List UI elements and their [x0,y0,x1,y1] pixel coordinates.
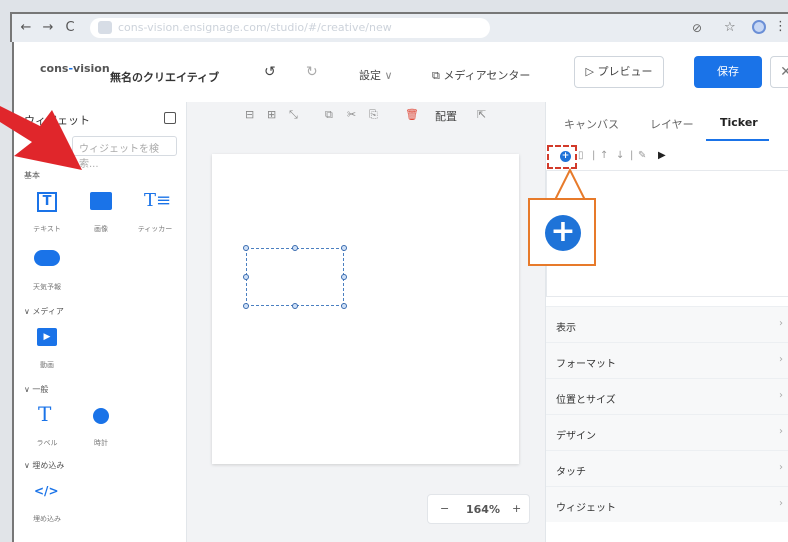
image-icon [90,192,112,210]
address-bar[interactable]: cons-vision.ensignage.com/studio/#/creat… [90,18,490,38]
media-center-button[interactable]: ⧉ メディアセンター [432,67,530,83]
move-down-icon[interactable]: ↓ [616,150,624,161]
chevron-right-icon: › [779,390,783,401]
widget-tile-clock[interactable]: 時計 [76,400,126,452]
chevron-right-icon: › [779,354,783,365]
weather-icon [34,250,60,266]
arrange-menu[interactable]: 配置 [435,108,457,124]
resize-handle[interactable] [243,303,249,309]
ticker-toolbar: + ▯ | ↑ ↓ | ✎ ▶ [558,150,698,166]
resize-handle[interactable] [341,274,347,280]
back-button[interactable]: ← [18,20,34,35]
star-icon[interactable]: ☆ [724,20,736,35]
collapse-panel-icon[interactable] [164,112,176,124]
copy-icon[interactable]: ⧉ [325,108,333,122]
undo-button[interactable]: ↺ [264,64,276,80]
section-label-media[interactable]: ∨ メディア [24,306,64,317]
section-design[interactable]: デザイン › [546,414,788,450]
label-icon: T [38,402,52,426]
resize-handle[interactable] [341,303,347,309]
zoom-level[interactable]: 164% [466,503,500,516]
move-up-icon[interactable]: ↑ [600,150,608,161]
delete-item-icon[interactable]: ▯ [578,150,584,161]
add-icon-enlarged: + [545,215,581,251]
widget-tile-ticker[interactable]: T≡ ティッカー [130,186,180,238]
section-touch[interactable]: タッチ › [546,450,788,486]
annotation-callout: + [528,198,596,266]
canvas-area: ⊟ ⊞ ⤡ ⧉ ✂ ⎘ 🗑 配置 ⇱ − 164% + [187,102,545,542]
widget-tile-label[interactable]: T ラベル [22,400,72,452]
video-icon: ▶ [37,328,57,346]
url-text: cons-vision.ensignage.com/studio/#/creat… [118,21,392,34]
widget-tile-image[interactable]: 画像 [76,186,126,238]
ticker-widget-selection[interactable] [246,248,344,306]
preview-button[interactable]: ▷ プレビュー [574,56,664,88]
section-label-embed[interactable]: ∨ 埋め込み [24,460,64,471]
chevron-right-icon: › [779,318,783,329]
cut-icon[interactable]: ✂ [347,108,356,121]
canvas-page[interactable] [212,154,519,464]
annotation-arrow [0,106,82,170]
section-format[interactable]: フォーマット › [546,342,788,378]
media-icon: ⧉ [432,69,440,82]
edit-item-icon[interactable]: ✎ [638,150,646,161]
section-position-size[interactable]: 位置とサイズ › [546,378,788,414]
resize-handle[interactable] [292,303,298,309]
app-header: cons-vision 無名のクリエイティブ ↺ ↻ 設定 ∨ ⧉ メディアセン… [12,42,788,102]
settings-menu[interactable]: 設定 ∨ [359,67,393,83]
reload-button[interactable]: C [62,20,78,35]
section-label-general[interactable]: ∨ 一般 [24,384,48,395]
embed-icon: </> [34,484,59,498]
export-icon[interactable]: ⇱ [477,108,486,121]
clock-icon [93,408,109,424]
paste-icon[interactable]: ⎘ [369,108,378,122]
canvas-toolbar: ⊟ ⊞ ⤡ ⧉ ✂ ⎘ 🗑 配置 ⇱ [187,108,545,128]
fit-icon[interactable]: ⤡ [289,108,298,122]
widget-tile-weather[interactable]: 天気予報 [22,244,72,296]
play-icon[interactable]: ▶ [658,150,666,161]
chevron-right-icon: › [779,462,783,473]
zoom-out-button[interactable]: − [440,502,449,515]
ticker-icon: T≡ [144,190,172,211]
close-button[interactable]: ✕ [770,56,788,88]
distribute-icon[interactable]: ⊞ [267,108,276,121]
align-icon[interactable]: ⊟ [245,108,254,121]
active-tab-indicator [706,139,769,141]
resize-handle[interactable] [292,245,298,251]
creative-title[interactable]: 無名のクリエイティブ [110,69,219,85]
section-display[interactable]: 表示 › [546,306,788,342]
zoom-control: − 164% + [427,494,530,524]
profile-avatar[interactable] [752,20,766,34]
widget-tile-video[interactable]: ▶ 動画 [22,322,72,374]
tab-ticker[interactable]: Ticker [720,116,758,129]
save-button[interactable]: 保存 [694,56,762,88]
widget-tile-embed[interactable]: </> 埋め込み [22,476,72,528]
callout-pointer [552,167,588,202]
forward-button[interactable]: → [40,20,56,35]
site-settings-icon[interactable] [98,21,112,34]
browser-toolbar: ← → C cons-vision.ensignage.com/studio/#… [10,12,788,42]
divider: | [630,150,634,161]
delete-icon[interactable]: 🗑 [405,108,419,121]
widget-tile-text[interactable]: T テキスト [22,186,72,238]
redo-button[interactable]: ↻ [306,64,318,80]
eye-off-icon[interactable]: ⊘ [692,21,702,35]
divider: | [592,150,596,161]
chevron-right-icon: › [779,426,783,437]
text-icon: T [37,192,57,212]
tab-layers[interactable]: レイヤー [650,116,694,132]
app-root: ← → C cons-vision.ensignage.com/studio/#… [0,0,788,542]
more-icon[interactable]: ⋮ [774,19,787,34]
resize-handle[interactable] [341,245,347,251]
logo: cons-vision [40,62,110,75]
resize-handle[interactable] [243,274,249,280]
zoom-in-button[interactable]: + [512,502,521,515]
resize-handle[interactable] [243,245,249,251]
chevron-right-icon: › [779,498,783,509]
tab-canvas[interactable]: キャンバス [564,116,619,132]
section-widget[interactable]: ウィジェット › [546,486,788,522]
